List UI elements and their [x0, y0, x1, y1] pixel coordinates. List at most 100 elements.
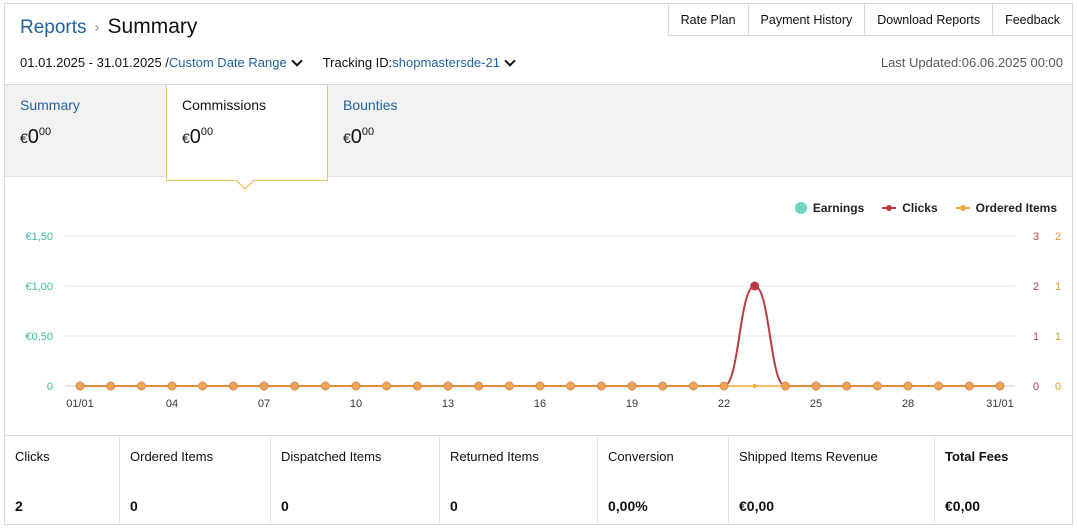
tab-bounties[interactable]: Bounties €000 [328, 85, 489, 178]
ordered-point [139, 384, 144, 388]
y-tick-ordered: 1 [1055, 331, 1061, 343]
ordered-point [844, 384, 849, 388]
ordered-point [568, 384, 573, 388]
ordered-point [108, 384, 113, 388]
y-tick-clicks: 2 [1033, 281, 1039, 293]
breadcrumb-reports-link[interactable]: Reports [20, 17, 87, 39]
ordered-point [415, 384, 420, 388]
ordered-point [78, 384, 82, 388]
stat-conversion-label: Conversion [608, 449, 674, 464]
y-tick-earnings: 0 [47, 381, 53, 393]
tab-commissions-label: Commissions [182, 97, 267, 113]
date-range-dropdown[interactable]: Custom Date Range [169, 55, 287, 70]
tab-summary-label: Summary [20, 97, 80, 113]
stat-conversion-value: 0,00% [608, 498, 648, 514]
x-tick-label: 10 [350, 398, 362, 410]
summary-value: €000 [20, 126, 52, 148]
y-tick-clicks: 3 [1033, 231, 1039, 243]
stat-total-fees: Total Fees €0,00 [935, 436, 1072, 524]
last-updated: Last Updated:06.06.2025 00:00 [880, 55, 1063, 70]
breadcrumb-chevron-icon: › [94, 19, 100, 36]
stats-row: Clicks 2 Ordered Items 0 Dispatched Item… [5, 435, 1072, 524]
stat-shipped-revenue-label: Shipped Items Revenue [739, 449, 878, 464]
stat-clicks-value: 2 [15, 498, 23, 514]
x-tick-label: 01/01 [66, 398, 94, 410]
tab-summary[interactable]: Summary €000 [5, 85, 166, 178]
ordered-point [507, 384, 512, 388]
chevron-down-icon[interactable] [291, 54, 303, 67]
x-tick-label: 13 [442, 398, 454, 410]
stat-total-fees-label: Total Fees [945, 449, 1009, 464]
ordered-point [783, 384, 788, 388]
y-tick-earnings: €1,00 [25, 281, 53, 293]
x-tick-label: 22 [718, 398, 730, 410]
feedback-tab[interactable]: Feedback [993, 3, 1073, 36]
y-tick-ordered: 1 [1055, 281, 1061, 293]
x-tick-label: 04 [166, 398, 178, 410]
ordered-point [660, 384, 665, 388]
tab-bounties-label: Bounties [343, 97, 398, 113]
ordered-point [722, 384, 726, 388]
stat-shipped-revenue-value: €0,00 [739, 498, 775, 514]
stat-dispatched-items-label: Dispatched Items [281, 449, 382, 464]
y-tick-earnings: €0,50 [25, 331, 53, 343]
stat-returned-items: Returned Items 0 [440, 436, 598, 524]
ordered-point [446, 384, 450, 388]
ordered-point [170, 384, 174, 388]
ordered-point [323, 384, 328, 388]
filter-row: 01.01.2025 - 31.01.2025 / Custom Date Ra… [20, 54, 518, 70]
stat-ordered-items: Ordered Items 0 [120, 436, 271, 524]
stat-conversion: Conversion 0,00% [598, 436, 729, 524]
ordered-point [354, 384, 358, 388]
tracking-id-dropdown[interactable]: shopmastersde-21 [392, 55, 500, 70]
x-tick-label: 19 [626, 398, 638, 410]
ordered-point [906, 384, 910, 388]
y-tick-clicks: 0 [1033, 381, 1039, 393]
y-tick-earnings: €1,50 [25, 231, 53, 243]
y-tick-clicks: 1 [1033, 331, 1039, 343]
date-range-text: 01.01.2025 - 31.01.2025 / [20, 55, 169, 70]
ordered-point [752, 384, 757, 388]
ordered-point [814, 384, 818, 388]
top-tabs: Rate Plan Payment History Download Repor… [667, 3, 1073, 36]
stat-dispatched-items-value: 0 [281, 498, 289, 514]
stat-ordered-items-label: Ordered Items [130, 449, 214, 464]
stat-returned-items-value: 0 [450, 498, 458, 514]
tracking-label: Tracking ID: [322, 55, 393, 70]
breadcrumb: Reports › Summary [20, 15, 197, 39]
stat-clicks-label: Clicks [15, 449, 50, 464]
ordered-point [875, 384, 880, 388]
stat-dispatched-items: Dispatched Items 0 [271, 436, 440, 524]
ordered-point [262, 384, 266, 388]
x-tick-label: 25 [810, 398, 822, 410]
stat-shipped-revenue: Shipped Items Revenue €0,00 [729, 436, 935, 524]
x-tick-label: 16 [534, 398, 546, 410]
ordered-point [967, 384, 972, 388]
stat-returned-items-label: Returned Items [450, 449, 539, 464]
stat-ordered-items-value: 0 [130, 498, 138, 514]
ordered-point [200, 384, 205, 388]
ordered-point [538, 384, 542, 388]
report-panel: Reports › Summary Rate Plan Payment Hist… [4, 3, 1073, 525]
y-tick-ordered: 2 [1055, 231, 1061, 243]
performance-line-chart: €1,50 3 2€1,00 2 1€0,50 1 10 0 001/01 04 07 10 13 16 1… [25, 231, 1061, 410]
chevron-down-icon[interactable] [504, 54, 516, 67]
ordered-point [384, 384, 389, 388]
ordered-point [998, 384, 1002, 388]
stat-clicks: Clicks 2 [5, 436, 120, 524]
stat-total-fees-value: €0,00 [945, 498, 981, 514]
rate-plan-tab[interactable]: Rate Plan [667, 3, 749, 36]
payment-history-tab[interactable]: Payment History [748, 3, 866, 36]
ordered-point [936, 384, 941, 388]
x-tick-label: 28 [902, 398, 914, 410]
y-tick-ordered: 0 [1055, 381, 1061, 393]
clicks-point [750, 281, 760, 291]
tab-commissions[interactable]: Commissions €000 [166, 85, 328, 190]
x-tick-label: 31/01 [986, 398, 1014, 410]
ordered-point [630, 384, 634, 388]
ordered-point [691, 384, 696, 388]
ordered-point [599, 384, 604, 388]
metric-tabs: Summary €000 Commissions €000 Bounties €… [5, 84, 1072, 190]
x-tick-label: 07 [258, 398, 270, 410]
download-reports-tab[interactable]: Download Reports [865, 3, 994, 36]
